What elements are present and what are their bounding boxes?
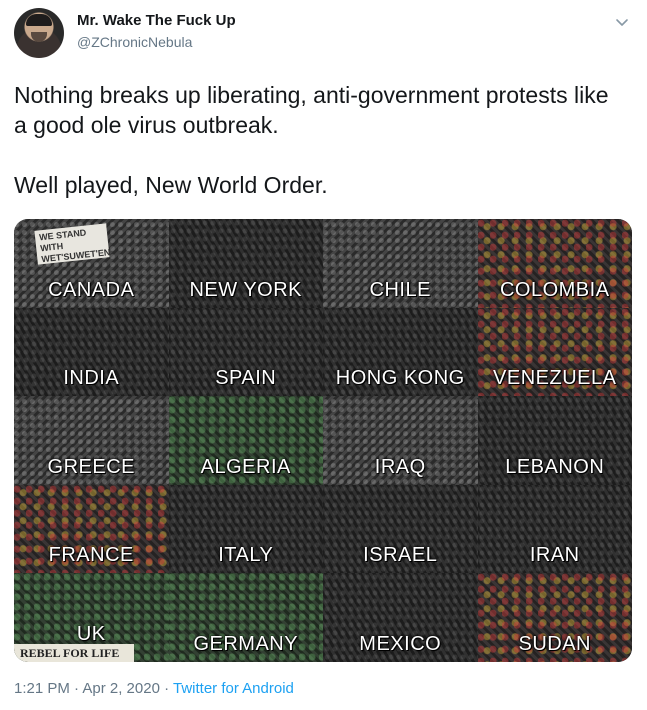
media-tile-label: IRAQ [374, 455, 426, 478]
media-tile: SUDAN [477, 573, 632, 662]
media-tile-label: ITALY [218, 544, 274, 567]
media-tile: IRAN [477, 484, 632, 574]
tweet-text-line: Well played, New World Order. [14, 172, 328, 198]
media-tile: ALGERIA [168, 396, 323, 485]
media-tile: UK REBEL FOR LIFE [14, 573, 169, 662]
media-tile: INDIA [14, 307, 169, 397]
author-display-name[interactable]: Mr. Wake The Fuck Up [77, 11, 236, 31]
media-tile: GERMANY [168, 573, 323, 662]
media-tile: MEXICO [323, 573, 478, 662]
tweet-text: Nothing breaks up liberating, anti-gover… [14, 80, 624, 200]
media-tile: COLOMBIA [477, 219, 632, 308]
media-tile: NEW YORK [168, 219, 323, 308]
author-handle[interactable]: @ZChronicNebula [77, 32, 236, 52]
media-tile: FRANCE [14, 484, 169, 574]
tweet-timestamp[interactable]: 1:21 PM · Apr 2, 2020 [14, 680, 160, 697]
chevron-down-icon[interactable] [614, 14, 630, 30]
media-tile-label: CANADA [48, 278, 135, 301]
media-tile: ITALY [168, 484, 323, 574]
avatar-cap-shape [26, 14, 52, 26]
media-tile-label: COLOMBIA [499, 278, 610, 301]
media-tile-label: HONG KONG [335, 367, 465, 390]
protest-sign: WE STAND WITH WET'SUWET'EN [34, 223, 111, 265]
avatar[interactable] [14, 8, 64, 58]
media-tile-label: CHILE [369, 278, 431, 301]
media-tile: GREECE [14, 396, 169, 485]
avatar-beard-shape [31, 32, 47, 42]
media-tile: CANADA WE STAND WITH WET'SUWET'EN [14, 219, 169, 308]
media-tile: HONG KONG [323, 307, 478, 397]
media-tile-label: IRAN [529, 544, 580, 567]
media-tile-label: FRANCE [48, 544, 134, 567]
media-tile-label: GREECE [47, 455, 135, 478]
media-tile: VENEZUELA [477, 307, 632, 397]
tweet-media-image[interactable]: CANADA WE STAND WITH WET'SUWET'EN NEW YORK… [14, 219, 632, 662]
protest-banner: REBEL FOR LIFE [14, 643, 134, 662]
media-tile-label: NEW YORK [189, 278, 303, 301]
media-tile-label: INDIA [63, 367, 120, 390]
media-tile: CHILE [323, 219, 478, 308]
media-tile: ISRAEL [323, 484, 478, 574]
media-tile-label: GERMANY [193, 632, 299, 655]
tweet-text-line: Nothing breaks up liberating, anti-gover… [14, 82, 609, 138]
tweet-footer: 1:21 PM · Apr 2, 2020 · Twitter for Andr… [14, 680, 294, 697]
media-tile-label: SUDAN [518, 632, 591, 655]
media-tile-label: LEBANON [505, 455, 605, 478]
footer-separator: · [159, 680, 173, 697]
media-tile-label: UK [76, 622, 106, 645]
media-tile-label: SPAIN [215, 367, 277, 390]
media-tile: LEBANON [477, 396, 632, 485]
media-tile: IRAQ [323, 396, 478, 485]
media-tile-label: MEXICO [359, 632, 442, 655]
media-tile-label: ISRAEL [363, 544, 438, 567]
media-tile-label: VENEZUELA [493, 367, 617, 390]
media-tile-label: ALGERIA [200, 455, 291, 478]
author-names: Mr. Wake The Fuck Up @ZChronicNebula [77, 11, 236, 52]
tweet-source-link[interactable]: Twitter for Android [173, 680, 294, 697]
tweet-header: Mr. Wake The Fuck Up @ZChronicNebula [14, 8, 634, 64]
media-tile: SPAIN [168, 307, 323, 397]
